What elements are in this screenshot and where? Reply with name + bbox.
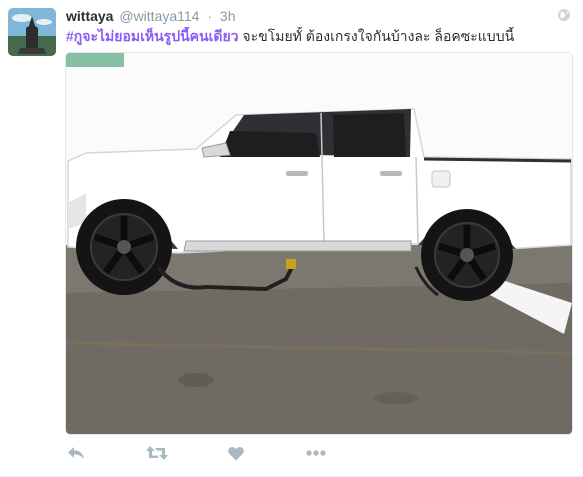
avatar[interactable] [8, 8, 56, 56]
separator: · [207, 8, 213, 24]
tweet-body: จะขโมยทั้ ต้องเกรงใจกันบ้างละ ล็อคซะแบบน… [238, 28, 515, 44]
more-icon [306, 450, 326, 456]
retweet-icon [146, 446, 168, 460]
truck-photo [66, 53, 572, 434]
like-button[interactable] [224, 441, 248, 465]
hashtag-link[interactable]: #กูจะไม่ยอมเห็นรูปนี้คนเดียว [66, 28, 239, 44]
user-handle[interactable]: @wittaya114 [119, 8, 199, 24]
tweet-card: wittaya @wittaya114 · 3h #กูจะไม่ยอมเห็น… [0, 0, 583, 477]
tweet-header: wittaya @wittaya114 · 3h [66, 6, 571, 26]
rear-wheel [421, 209, 513, 301]
tweet-actions [64, 441, 364, 465]
reply-icon [68, 447, 84, 459]
timestamp[interactable]: 3h [220, 8, 236, 24]
display-name[interactable]: wittaya [66, 8, 113, 24]
front-wheel [76, 199, 172, 295]
heart-icon [228, 446, 244, 460]
globe-icon [557, 8, 571, 22]
tweet-text: #กูจะไม่ยอมเห็นรูปนี้คนเดียว จะขโมยทั้ ต… [66, 27, 571, 45]
retweet-button[interactable] [144, 441, 170, 465]
more-button[interactable] [304, 441, 328, 465]
tweet-photo[interactable] [65, 52, 573, 435]
reply-button[interactable] [64, 441, 88, 465]
